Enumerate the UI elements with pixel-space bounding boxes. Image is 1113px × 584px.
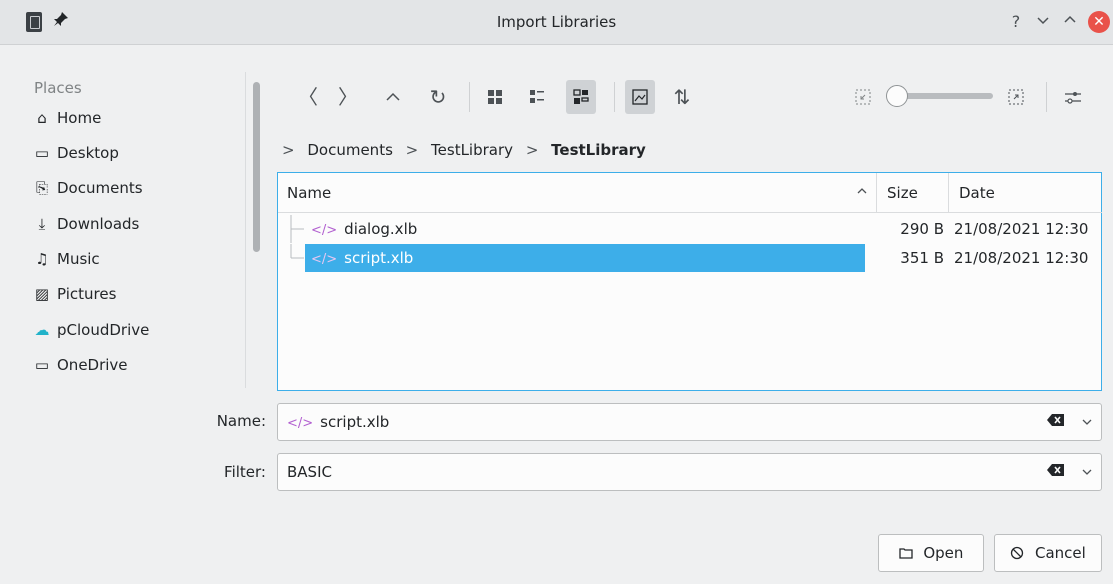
tree-line xyxy=(290,215,304,243)
xml-file-icon: </> xyxy=(311,252,338,267)
filter-field[interactable]: BASIC xyxy=(277,453,1102,491)
breadcrumb-current[interactable]: TestLibrary xyxy=(551,141,646,159)
file-date: 21/08/2021 12:30 xyxy=(954,220,1089,238)
name-dropdown-icon[interactable] xyxy=(1081,404,1093,442)
home-icon: ⌂ xyxy=(37,109,47,127)
back-button[interactable]: 〈 xyxy=(293,80,323,114)
xml-file-icon: </> xyxy=(311,223,338,238)
column-header-size[interactable]: Size xyxy=(876,173,948,213)
clear-name-icon[interactable] xyxy=(1045,413,1067,431)
breadcrumb: > Documents > TestLibrary > TestLibrary xyxy=(282,138,654,162)
file-row[interactable]: </> dialog.xlb 290 B 21/08/2021 12:30 xyxy=(278,215,1101,243)
zoom-out-icon[interactable] xyxy=(848,80,878,114)
toolbar-separator xyxy=(469,82,470,112)
documents-icon: ⎘ xyxy=(35,179,48,197)
place-desktop[interactable]: ▭ Desktop xyxy=(33,139,119,167)
preview-toggle-button[interactable] xyxy=(625,80,655,114)
name-label: Name: xyxy=(216,412,266,430)
open-button[interactable]: Open xyxy=(878,534,984,572)
window-title: Import Libraries xyxy=(496,13,617,31)
minimize-button[interactable] xyxy=(1032,11,1054,33)
place-onedrive[interactable]: ▭ OneDrive xyxy=(33,351,128,379)
place-music[interactable]: ♫ Music xyxy=(33,245,99,273)
downloads-icon: ⤓ xyxy=(38,215,46,233)
place-home[interactable]: ⌂ Home xyxy=(33,104,101,132)
cancel-button[interactable]: Cancel xyxy=(994,534,1102,572)
file-date: 21/08/2021 12:30 xyxy=(954,249,1089,267)
breadcrumb-item-testlibrary[interactable]: TestLibrary xyxy=(431,141,513,159)
xml-file-icon: </> xyxy=(287,416,314,431)
folder-icon xyxy=(898,544,918,562)
breadcrumb-separator[interactable]: > xyxy=(406,141,419,159)
place-pclouddrive[interactable]: ☁ pCloudDrive xyxy=(33,316,150,344)
file-size: 351 B xyxy=(900,249,944,267)
places-divider xyxy=(245,72,246,388)
sort-ascending-icon xyxy=(856,173,868,213)
places-scrollbar[interactable] xyxy=(253,82,260,252)
close-button[interactable]: ✕ xyxy=(1088,11,1110,33)
desktop-icon: ▭ xyxy=(34,144,50,162)
zoom-in-icon[interactable] xyxy=(1001,80,1031,114)
toolbar-separator-2 xyxy=(614,82,615,112)
icons-view-button[interactable] xyxy=(480,80,510,114)
file-name: </> dialog.xlb xyxy=(311,220,418,238)
cancel-icon xyxy=(1010,544,1029,562)
filter-field-value: BASIC xyxy=(287,463,332,481)
options-icon[interactable] xyxy=(1058,80,1088,114)
pcloud-icon: ☁ xyxy=(34,321,50,339)
file-name: </> script.xlb xyxy=(305,244,865,272)
sort-button[interactable]: ⇅ xyxy=(667,80,697,114)
place-downloads[interactable]: ⤓ Downloads xyxy=(33,210,140,238)
clear-filter-icon[interactable] xyxy=(1045,463,1067,481)
pictures-icon: ▨ xyxy=(34,285,50,303)
breadcrumb-separator[interactable]: > xyxy=(282,141,295,159)
maximize-button[interactable] xyxy=(1059,11,1081,33)
places-header: Places xyxy=(34,79,82,97)
file-size: 290 B xyxy=(900,220,944,238)
reload-button[interactable]: ↻ xyxy=(423,80,453,114)
help-button[interactable]: ? xyxy=(1005,11,1027,33)
column-header-date[interactable]: Date xyxy=(948,173,1102,213)
compact-view-button[interactable] xyxy=(522,80,552,114)
folder-icon: ▭ xyxy=(34,356,50,374)
forward-button[interactable]: 〉 xyxy=(333,80,363,114)
file-list[interactable]: Name Size Date </> dialog.xlb 290 B 21/08… xyxy=(277,172,1102,391)
place-documents[interactable]: ⎘ Documents xyxy=(33,174,143,202)
tree-line xyxy=(290,244,304,272)
filter-dropdown-icon[interactable] xyxy=(1081,454,1093,492)
column-header-name[interactable]: Name xyxy=(278,173,876,213)
toolbar-separator-3 xyxy=(1046,82,1047,112)
up-button[interactable] xyxy=(378,80,408,114)
music-icon: ♫ xyxy=(35,250,49,268)
name-field-value: </> script.xlb xyxy=(287,413,390,431)
name-field[interactable]: </> script.xlb xyxy=(277,403,1102,441)
zoom-slider-handle[interactable] xyxy=(886,85,908,107)
file-row-selected[interactable]: </> script.xlb 351 B 21/08/2021 12:30 xyxy=(278,244,1101,272)
breadcrumb-item-documents[interactable]: Documents xyxy=(307,141,393,159)
title-bar: Import Libraries ? ✕ xyxy=(0,0,1113,45)
details-view-button[interactable] xyxy=(566,80,596,114)
place-pictures[interactable]: ▨ Pictures xyxy=(33,280,117,308)
filter-label: Filter: xyxy=(224,463,266,481)
breadcrumb-separator[interactable]: > xyxy=(526,141,539,159)
